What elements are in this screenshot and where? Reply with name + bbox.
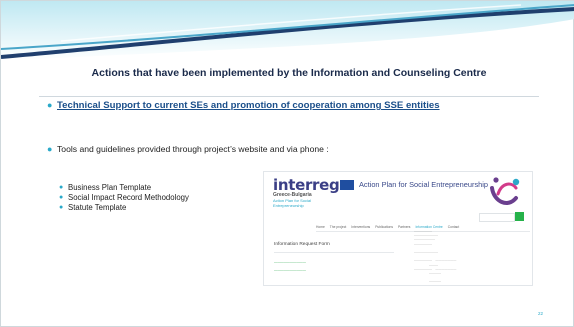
form-divider [274,252,394,253]
website-search-input [479,213,515,222]
list-item-label: Social Impact Record Methodology [68,192,189,202]
bullet-dot-icon: ● [47,100,53,110]
title-divider [39,96,539,97]
bullet-dot-icon: ● [59,203,64,211]
list-item: ● Statute Template [59,202,189,212]
list-item: ● Business Plan Template [59,182,189,192]
form-link: —————————— [274,260,306,264]
eu-flag-icon [340,180,354,190]
bullet-tools-text: Tools and guidelines provided through pr… [57,144,329,154]
slide: Actions that have been implemented by th… [0,0,574,327]
list-item: ● Social Impact Record Methodology [59,192,189,202]
website-screenshot: interreg Greece-Bulgaria Action Plan for… [263,171,533,286]
tools-sublist: ● Business Plan Template ● Social Impact… [59,182,189,212]
bullet-dot-icon: ● [59,193,64,201]
search-icon [515,212,524,221]
bullet-technical-support-text[interactable]: Technical Support to current SEs and pro… [57,100,537,111]
logo-tagline: Action Plan for Social Entrepreneurship [273,198,312,208]
slide-title: Actions that have been implemented by th… [91,67,487,79]
bullet-tools: ● Tools and guidelines provided through … [47,144,329,155]
list-item-label: Statute Template [68,202,127,212]
project-mascot-icon [490,177,520,205]
website-heading: Action Plan for Social Entrepreneurship [359,180,488,189]
header-wave-decoration [1,1,574,61]
list-item-label: Business Plan Template [68,182,152,192]
form-title: Information Request Form [274,242,330,247]
bullet-dot-icon: ● [47,144,53,154]
bullet-dot-icon: ● [59,183,64,191]
form-link: —————————— [274,268,306,272]
bullet-technical-support: ● Technical Support to current SEs and p… [47,100,537,111]
form-fields: —————— ———————— ——————— —————— ———————— —————… [414,229,457,284]
page-number: 22 [538,311,544,316]
